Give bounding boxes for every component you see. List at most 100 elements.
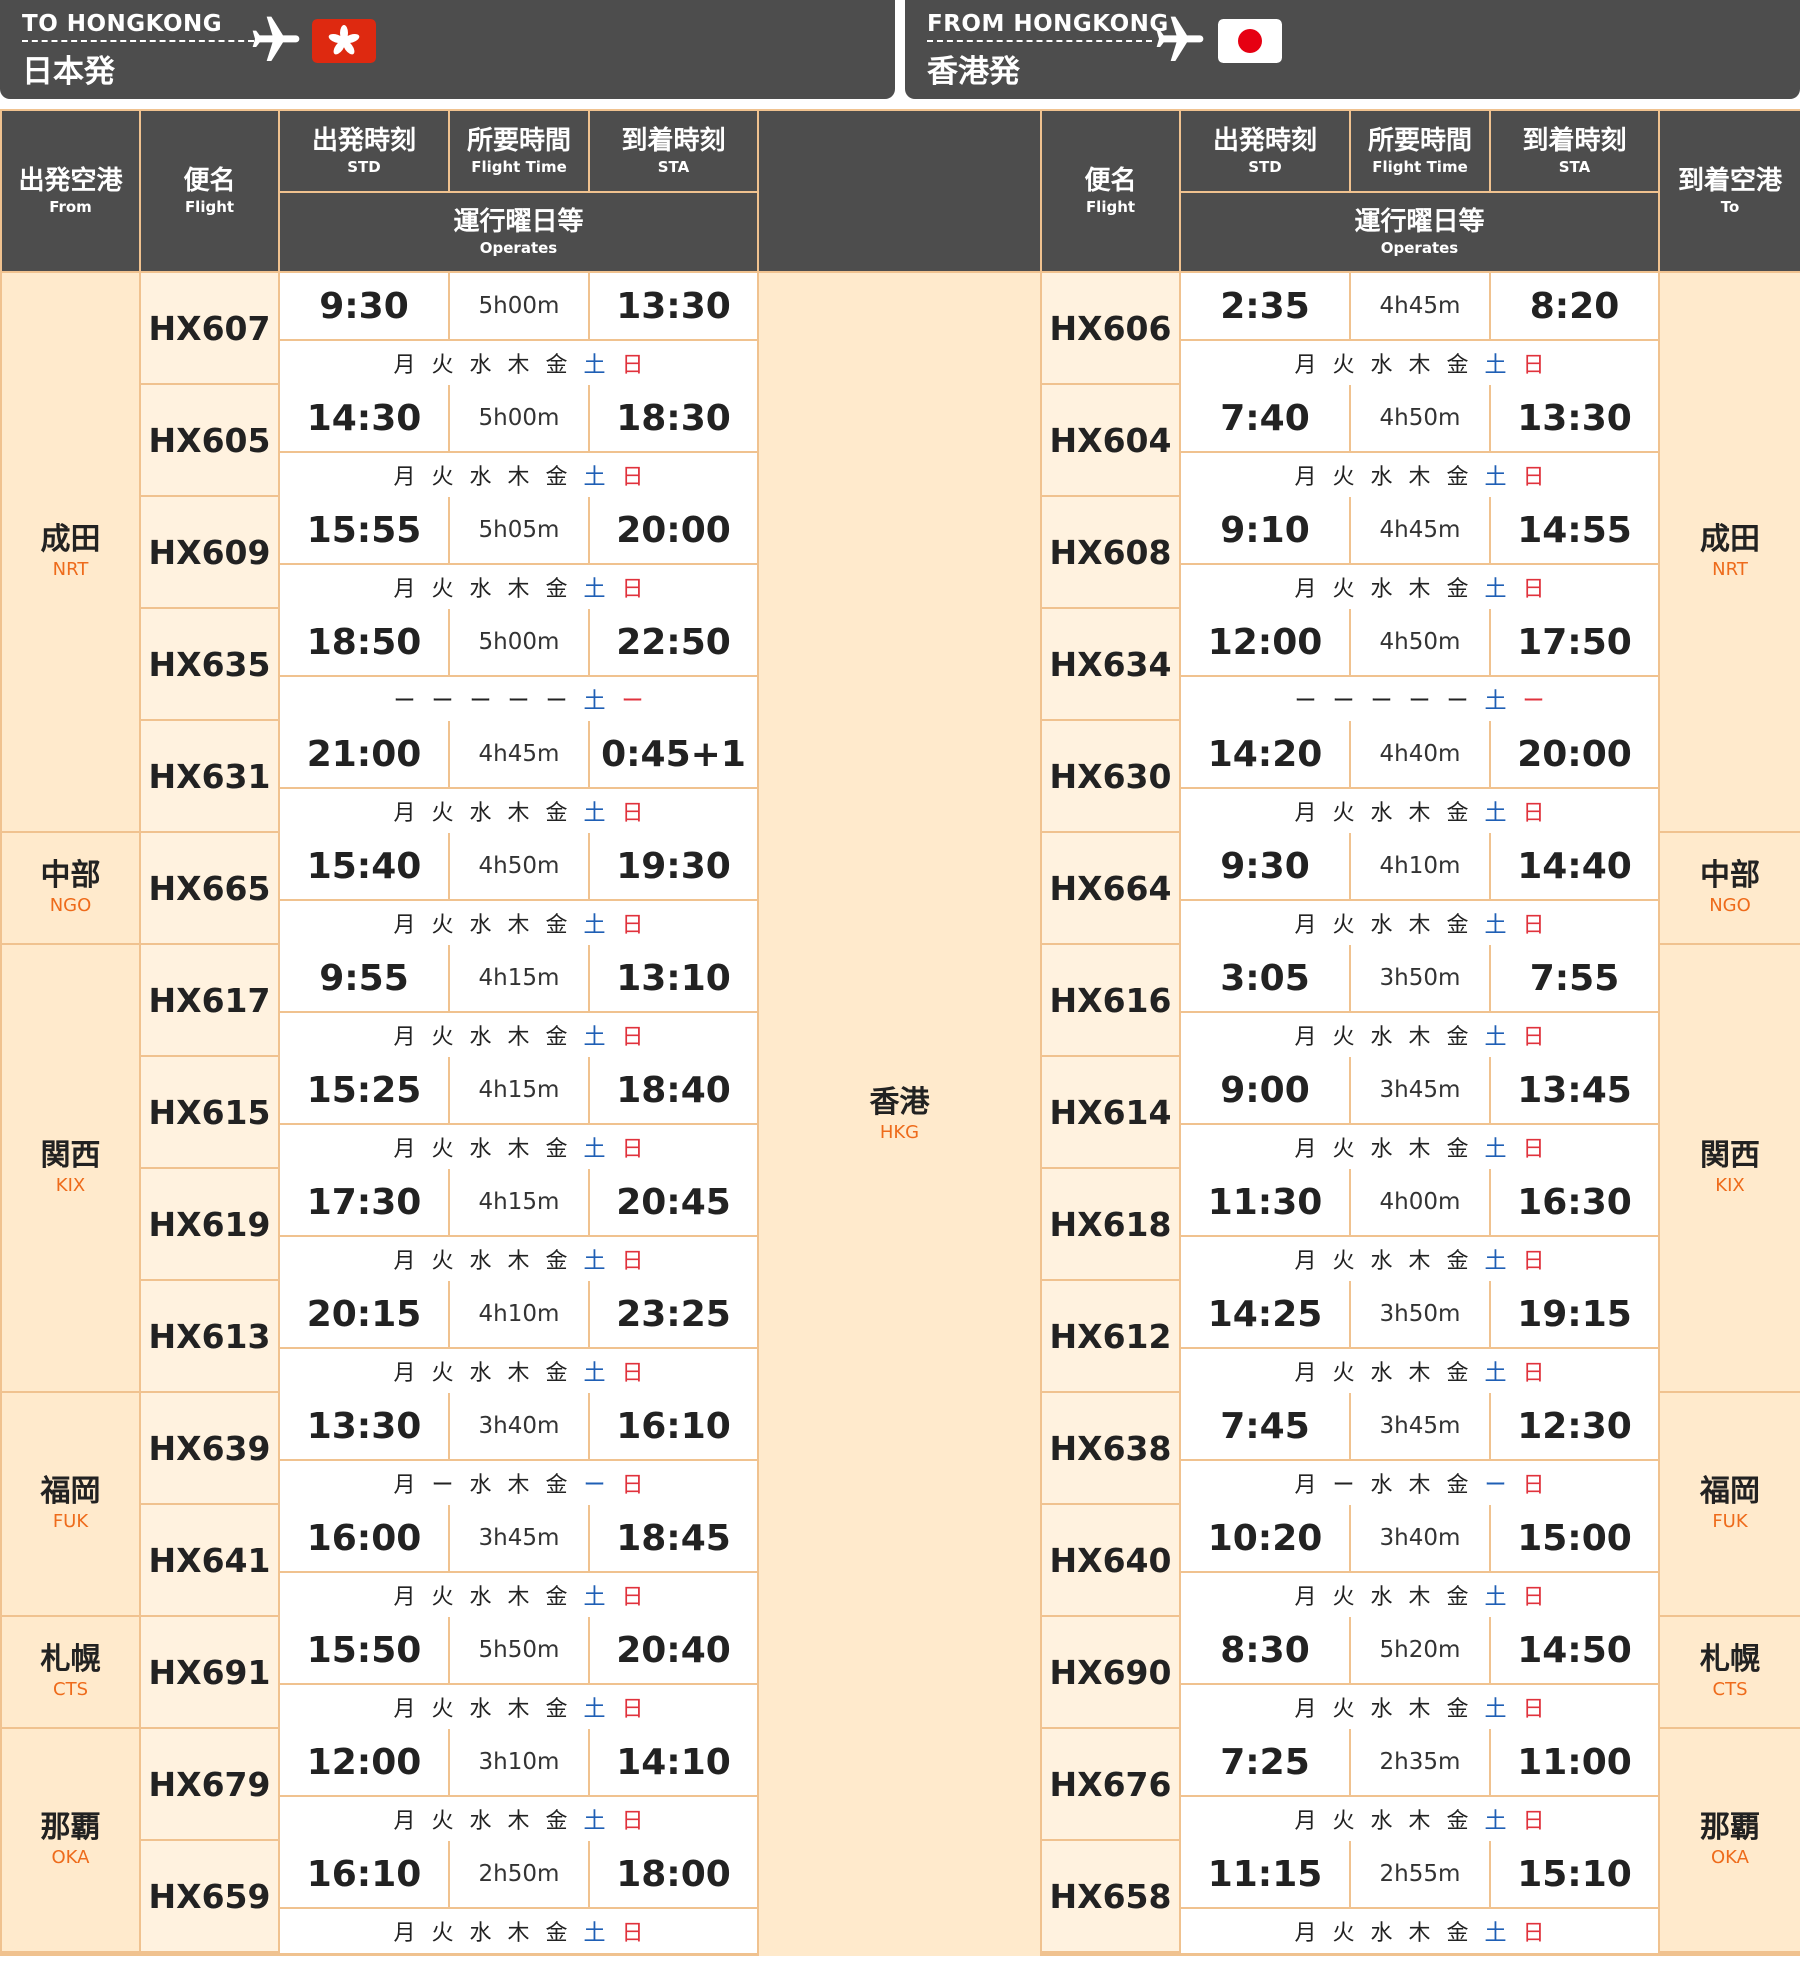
from-airport: 札幌 CTS [2, 1617, 139, 1727]
flight-number: HX606 [1042, 273, 1179, 383]
arrival-time: 20:45 [590, 1169, 757, 1235]
day-2: 水 [469, 1921, 492, 1946]
day-3: 木 [1408, 1809, 1431, 1834]
flight-duration: 4h45m [1351, 497, 1489, 563]
day-2: 水 [1370, 577, 1393, 602]
flight-number: HX613 [141, 1281, 278, 1391]
operating-days: 月火水木金土日 [280, 1125, 757, 1169]
operating-days: 月火水木金土日 [280, 565, 757, 609]
flight-number: HX690 [1042, 1617, 1179, 1727]
day-1: 火 [1332, 913, 1355, 938]
day-2: 水 [469, 577, 492, 602]
airport-code: CTS [1712, 1679, 1748, 1700]
departure-time: 2:35 [1181, 273, 1349, 339]
day-5: 土 [583, 465, 606, 490]
from-airport: 関西 KIX [2, 945, 139, 1391]
operating-days: 月火水木金土日 [1181, 1013, 1658, 1057]
flight-number: HX631 [141, 721, 278, 831]
day-1: 火 [431, 1921, 454, 1946]
day-0: 月 [393, 1025, 416, 1050]
hong-kong-flag-icon [312, 19, 376, 63]
flight-number: HX691 [141, 1617, 278, 1727]
day-5: 土 [583, 1697, 606, 1722]
day-4: 金 [545, 1697, 568, 1722]
day-1: 火 [1332, 801, 1355, 826]
japan-flag-icon [1218, 19, 1282, 63]
header-operates: 運行曜日等 Operates [280, 193, 757, 271]
departure-time: 15:50 [280, 1617, 448, 1683]
day-5: 土 [1484, 1249, 1507, 1274]
flight-number: HX658 [1042, 1841, 1179, 1951]
day-0: 月 [393, 1137, 416, 1162]
day-2: 水 [1370, 1361, 1393, 1386]
operating-days: 月火水木金土日 [1181, 341, 1658, 385]
day-3: 木 [507, 1025, 530, 1050]
day-0: 月 [393, 1585, 416, 1610]
day-4: 金 [1446, 1585, 1469, 1610]
flight-duration: 3h45m [1351, 1393, 1489, 1459]
day-3: 木 [1408, 1249, 1431, 1274]
day-3: 木 [507, 801, 530, 826]
departure-time: 14:30 [280, 385, 448, 451]
flight-number: HX619 [141, 1169, 278, 1279]
day-6: 日 [1522, 1921, 1545, 1946]
day-5: 土 [583, 913, 606, 938]
airport-name: 那覇 [1700, 1810, 1760, 1845]
airport-name: 福岡 [40, 1474, 101, 1509]
arrival-time: 18:00 [590, 1841, 757, 1907]
operating-days: 月火水木金土日 [280, 1573, 757, 1617]
day-3: 木 [1408, 353, 1431, 378]
day-6: 日 [621, 801, 644, 826]
day-5: 土 [1484, 1361, 1507, 1386]
day-4: ー [1446, 689, 1469, 714]
airport-name: 成田 [1700, 522, 1760, 557]
day-0: 月 [393, 1921, 416, 1946]
day-6: 日 [1522, 1361, 1545, 1386]
flight-number: HX607 [141, 273, 278, 383]
flight-duration: 4h50m [1351, 609, 1489, 675]
operating-days: ーーーーー土ー [1181, 677, 1658, 721]
departure-time: 16:00 [280, 1505, 448, 1571]
departure-time: 13:30 [280, 1393, 448, 1459]
day-4: 金 [1446, 1809, 1469, 1834]
departure-time: 17:30 [280, 1169, 448, 1235]
day-4: 金 [545, 465, 568, 490]
day-6: 日 [621, 1137, 644, 1162]
flight-number: HX618 [1042, 1169, 1179, 1279]
arrival-time: 13:30 [1491, 385, 1658, 451]
day-0: 月 [1294, 353, 1317, 378]
day-3: 木 [1408, 1697, 1431, 1722]
airport-name: 福岡 [1700, 1474, 1760, 1509]
to-airport: 那覇 OKA [1660, 1729, 1800, 1951]
arrival-time: 18:40 [590, 1057, 757, 1123]
day-0: 月 [1294, 1585, 1317, 1610]
day-3: 木 [507, 353, 530, 378]
day-5: 土 [583, 353, 606, 378]
flight-duration: 4h15m [450, 1169, 588, 1235]
airport-name: 中部 [40, 858, 101, 893]
day-5: 土 [1484, 465, 1507, 490]
arrival-time: 0:45+1 [590, 721, 757, 787]
day-0: 月 [1294, 1921, 1317, 1946]
day-2: ー [469, 689, 492, 714]
flight-number: HX617 [141, 945, 278, 1055]
flight-duration: 5h50m [450, 1617, 588, 1683]
flight-duration: 3h45m [1351, 1057, 1489, 1123]
arrival-time: 18:45 [590, 1505, 757, 1571]
flight-number: HX615 [141, 1057, 278, 1167]
day-6: 日 [621, 353, 644, 378]
flight-number: HX679 [141, 1729, 278, 1839]
arrival-time: 8:20 [1491, 273, 1658, 339]
operating-days: 月火水木金土日 [1181, 1573, 1658, 1617]
day-0: 月 [393, 913, 416, 938]
hub-name: 香港 [869, 1084, 930, 1120]
from-airport: 中部 NGO [2, 833, 139, 943]
day-4: 金 [1446, 913, 1469, 938]
flight-number: HX641 [141, 1505, 278, 1615]
flight-duration: 3h40m [450, 1393, 588, 1459]
day-0: 月 [1294, 1137, 1317, 1162]
arrival-time: 20:00 [590, 497, 757, 563]
day-5: 土 [1484, 913, 1507, 938]
header-from: 出発空港 From [2, 111, 139, 271]
day-3: 木 [1408, 1921, 1431, 1946]
